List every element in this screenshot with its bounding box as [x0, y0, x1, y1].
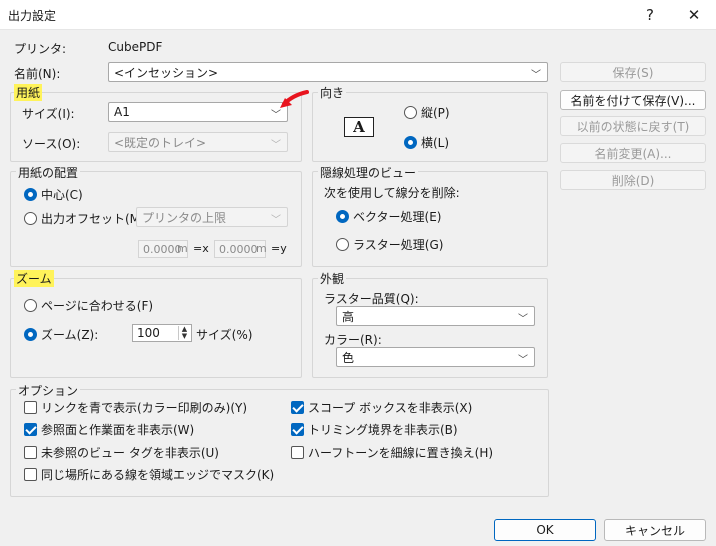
- option-checkbox[interactable]: [24, 423, 37, 436]
- option-label: 参照面と作業面を非表示(W): [41, 423, 195, 437]
- offset-radio-circle[interactable]: [24, 212, 37, 225]
- offset-label: 出力オフセット(M):: [41, 212, 149, 226]
- chevron-down-icon: ﹀: [271, 140, 281, 151]
- raster-quality-value: 高: [342, 309, 355, 324]
- color-dropdown[interactable]: 色 ﹀: [336, 347, 535, 367]
- zoom-label: ズーム(Z):: [41, 328, 99, 342]
- cancel-button[interactable]: キャンセル: [604, 519, 706, 541]
- vector-radio[interactable]: ベクター処理(E): [336, 208, 441, 225]
- source-dropdown-value: <既定のトレイ>: [114, 135, 207, 150]
- hidden-line-legend: 隠線処理のビュー: [318, 164, 419, 181]
- option-hide-scope-boxes[interactable]: スコープ ボックスを非表示(X): [291, 399, 472, 416]
- zoom-spinner[interactable]: 100 ▲ ▼: [132, 324, 192, 342]
- portrait-radio[interactable]: 縦(P): [404, 104, 450, 121]
- size-label: サイズ(I):: [22, 107, 75, 121]
- orientation-legend: 向き: [318, 84, 347, 101]
- rename-button[interactable]: 名前変更(A)...: [560, 143, 706, 163]
- offset-radio[interactable]: 出力オフセット(M):: [24, 210, 149, 227]
- size-dropdown[interactable]: A1 ﹀: [108, 102, 288, 122]
- paper-legend: 用紙: [14, 84, 43, 101]
- option-label: リンクを青で表示(カラー印刷のみ)(Y): [41, 401, 248, 415]
- landscape-preview-icon: A: [344, 117, 374, 137]
- delete-button[interactable]: 削除(D): [560, 170, 706, 190]
- ok-button[interactable]: OK: [494, 519, 596, 541]
- raster-quality-dropdown[interactable]: 高 ﹀: [336, 306, 535, 326]
- chevron-down-icon: ﹀: [531, 70, 541, 81]
- zoom-size-suffix: サイズ(%): [196, 328, 253, 342]
- revert-button[interactable]: 以前の状態に戻す(T): [560, 116, 706, 136]
- option-checkbox[interactable]: [24, 446, 37, 459]
- fit-page-radio[interactable]: ページに合わせる(F): [24, 297, 153, 314]
- title-bar: [0, 0, 716, 30]
- source-dropdown[interactable]: <既定のトレイ> ﹀: [108, 132, 288, 152]
- source-label: ソース(O):: [22, 137, 81, 151]
- zoom-legend: ズーム: [14, 270, 54, 287]
- name-dropdown[interactable]: <インセッション> ﹀: [108, 62, 548, 82]
- printer-value: CubePDF: [108, 40, 163, 54]
- save-button[interactable]: 保存(S): [560, 62, 706, 82]
- offset-y-suffix: =y: [271, 242, 287, 255]
- option-label: 未参照のビュー タグを非表示(U): [41, 446, 219, 460]
- option-checkbox[interactable]: [291, 423, 304, 436]
- color-label: カラー(R):: [324, 333, 382, 347]
- option-hide-ref-planes[interactable]: 参照面と作業面を非表示(W): [24, 421, 194, 438]
- offset-x-unit: m: [177, 242, 188, 255]
- raster-label: ラスター処理(G): [353, 238, 444, 252]
- printer-label: プリンタ:: [14, 42, 67, 56]
- option-hide-unref-tags[interactable]: 未参照のビュー タグを非表示(U): [24, 444, 219, 461]
- chevron-down-icon: ﹀: [518, 355, 528, 366]
- paper-placement-legend: 用紙の配置: [16, 164, 81, 181]
- zoom-radio[interactable]: ズーム(Z):: [24, 326, 98, 343]
- option-label: トリミング境界を非表示(B): [308, 423, 458, 437]
- chevron-down-icon: ﹀: [271, 215, 281, 226]
- vector-label: ベクター処理(E): [353, 210, 442, 224]
- save-as-button[interactable]: 名前を付けて保存(V)...: [560, 90, 706, 110]
- option-label: ハーフトーンを細線に置き換え(H): [308, 446, 494, 460]
- raster-radio[interactable]: ラスター処理(G): [336, 236, 443, 253]
- option-label: スコープ ボックスを非表示(X): [308, 401, 473, 415]
- window-title: 出力設定: [8, 9, 57, 23]
- fit-page-label: ページに合わせる(F): [41, 299, 154, 313]
- size-dropdown-value: A1: [114, 105, 130, 119]
- close-button[interactable]: ✕: [676, 2, 712, 28]
- chevron-down-icon: ﹀: [518, 314, 528, 325]
- spin-arrows-icon[interactable]: ▲ ▼: [178, 326, 190, 340]
- offset-x-suffix: =x: [193, 242, 209, 255]
- options-legend: オプション: [16, 382, 81, 399]
- hidden-line-caption: 次を使用して線分を削除:: [324, 186, 460, 200]
- name-label: 名前(N):: [14, 67, 61, 81]
- option-checkbox[interactable]: [24, 468, 37, 481]
- landscape-preview-letter: A: [353, 118, 365, 136]
- portrait-label: 縦(P): [421, 106, 450, 120]
- vector-radio-circle[interactable]: [336, 210, 349, 223]
- raster-radio-circle[interactable]: [336, 238, 349, 251]
- fit-page-radio-circle[interactable]: [24, 299, 37, 312]
- landscape-radio-circle[interactable]: [404, 136, 417, 149]
- option-mask-coincident[interactable]: 同じ場所にある線を領域エッジでマスク(K): [24, 466, 274, 483]
- option-hide-crop-boundaries[interactable]: トリミング境界を非表示(B): [291, 421, 458, 438]
- offset-dropdown-value: プリンタの上限: [142, 210, 227, 225]
- option-halftone-thin-lines[interactable]: ハーフトーンを細線に置き換え(H): [291, 444, 493, 461]
- offset-dropdown[interactable]: プリンタの上限 ﹀: [136, 207, 288, 227]
- landscape-label: 横(L): [421, 136, 450, 150]
- center-label: 中心(C): [41, 188, 83, 202]
- option-checkbox[interactable]: [291, 401, 304, 414]
- center-radio-circle[interactable]: [24, 188, 37, 201]
- portrait-radio-circle[interactable]: [404, 106, 417, 119]
- zoom-value: 100: [137, 326, 160, 340]
- help-button[interactable]: ?: [632, 2, 668, 28]
- raster-quality-label: ラスター品質(Q):: [324, 292, 419, 306]
- option-checkbox[interactable]: [291, 446, 304, 459]
- landscape-radio[interactable]: 横(L): [404, 134, 449, 151]
- option-checkbox[interactable]: [24, 401, 37, 414]
- zoom-radio-circle[interactable]: [24, 328, 37, 341]
- color-value: 色: [342, 350, 355, 365]
- center-radio[interactable]: 中心(C): [24, 186, 83, 203]
- option-blue-links[interactable]: リンクを青で表示(カラー印刷のみ)(Y): [24, 399, 247, 416]
- offset-y-unit: m: [256, 242, 267, 255]
- option-label: 同じ場所にある線を領域エッジでマスク(K): [41, 468, 275, 482]
- appearance-legend: 外観: [318, 270, 347, 287]
- annotation-arrow-icon: [280, 90, 309, 108]
- name-dropdown-value: <インセッション>: [114, 65, 219, 80]
